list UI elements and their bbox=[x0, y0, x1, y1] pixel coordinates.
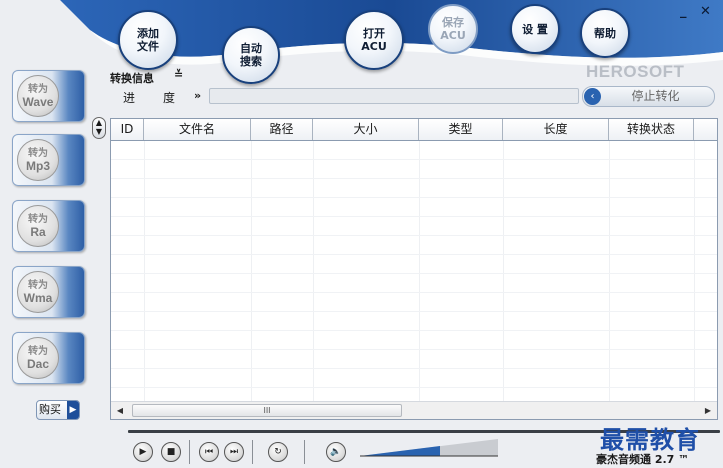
open-acu-button[interactable]: 打开 ACU bbox=[344, 10, 404, 70]
convert-dac-button[interactable]: 转为 Dac bbox=[12, 332, 85, 384]
convert-mp3-button[interactable]: 转为 Mp3 bbox=[12, 134, 85, 186]
conversion-info-title: 转换信息 bbox=[110, 72, 154, 85]
convert-format: Dac bbox=[26, 357, 49, 371]
column-header-path[interactable]: 路径 bbox=[251, 119, 313, 140]
grid-line bbox=[111, 292, 717, 293]
scroll-left-icon[interactable]: ◀ bbox=[113, 404, 127, 418]
open-acu-label-1: 打开 bbox=[363, 27, 385, 40]
scroll-thumb[interactable]: III bbox=[132, 404, 402, 417]
convert-ra-button[interactable]: 转为 Ra bbox=[12, 200, 85, 252]
buy-button[interactable]: 购买 ▶ bbox=[36, 400, 80, 420]
convert-format: Wma bbox=[23, 291, 53, 305]
divider bbox=[304, 440, 305, 464]
collapse-toggle-button[interactable]: ▲ ▼ bbox=[92, 117, 106, 139]
convert-mp3-disc: 转为 Mp3 bbox=[17, 139, 59, 181]
grid-line bbox=[609, 141, 610, 401]
convert-format: Mp3 bbox=[26, 159, 50, 173]
grid-line bbox=[111, 368, 717, 369]
divider bbox=[189, 440, 190, 464]
settings-label: 设 置 bbox=[522, 22, 548, 36]
buy-label: 购买 bbox=[39, 403, 61, 416]
volume-slider[interactable] bbox=[360, 439, 498, 457]
grid-line bbox=[111, 235, 717, 236]
grid-line bbox=[111, 311, 717, 312]
watermark-text: 最需教育 bbox=[600, 425, 700, 454]
grid-line bbox=[251, 141, 252, 401]
chevron-up-icon: ▲ bbox=[95, 118, 103, 127]
minimize-button[interactable]: _ bbox=[680, 4, 687, 19]
auto-search-button[interactable]: 自动 搜索 bbox=[222, 26, 280, 84]
progress-bar bbox=[209, 88, 579, 104]
grid-line bbox=[111, 330, 717, 331]
grid-line bbox=[111, 254, 717, 255]
chevron-left-icon: ‹ bbox=[584, 88, 601, 105]
product-title: 豪杰音频通 2.7 ™ bbox=[596, 453, 690, 466]
save-acu-label-2: ACU bbox=[440, 29, 466, 42]
stop-conversion-button[interactable]: ‹ 停止转化 bbox=[582, 86, 715, 107]
column-header-filename[interactable]: 文件名 bbox=[144, 119, 251, 140]
play-button[interactable]: ▶ bbox=[133, 442, 153, 462]
chevron-right-icon: ▶ bbox=[67, 401, 79, 419]
repeat-button[interactable]: ↻ bbox=[268, 442, 288, 462]
grid-line bbox=[111, 197, 717, 198]
save-acu-button[interactable]: 保存 ACU bbox=[428, 4, 478, 54]
previous-button[interactable]: ⏮ bbox=[199, 442, 219, 462]
divider bbox=[252, 440, 253, 464]
add-files-label-2: 文件 bbox=[137, 40, 159, 53]
convert-wave-button[interactable]: 转为 Wave bbox=[12, 70, 85, 122]
file-table[interactable]: ID 文件名 路径 大小 类型 长度 转换状态 ◀ III ▶ bbox=[110, 118, 718, 420]
column-header-size[interactable]: 大小 bbox=[313, 119, 419, 140]
column-header-id[interactable]: ID bbox=[111, 119, 144, 140]
open-acu-label-2: ACU bbox=[361, 40, 387, 53]
add-files-label-1: 添加 bbox=[137, 27, 159, 40]
progress-arrow-icon: » bbox=[194, 89, 202, 102]
table-header: ID 文件名 路径 大小 类型 长度 转换状态 bbox=[111, 119, 717, 141]
progress-label: 进度 bbox=[123, 91, 204, 105]
add-files-button[interactable]: 添加 文件 bbox=[118, 10, 178, 70]
grid-line bbox=[111, 216, 717, 217]
convert-dac-disc: 转为 Dac bbox=[17, 337, 59, 379]
auto-search-label-1: 自动 bbox=[240, 42, 262, 55]
convert-wave-disc: 转为 Wave bbox=[17, 75, 59, 117]
grid-line bbox=[111, 178, 717, 179]
convert-wma-disc: 转为 Wma bbox=[17, 271, 59, 313]
column-header-type[interactable]: 类型 bbox=[419, 119, 503, 140]
brand-logo: HEROSOFT bbox=[586, 62, 685, 81]
grid-line bbox=[111, 159, 717, 160]
chevron-down-icon: ▼ bbox=[95, 127, 103, 136]
stop-button[interactable]: ■ bbox=[161, 442, 181, 462]
app-window: _ ✕ 添加 文件 自动 搜索 打开 ACU 保存 ACU 设 置 帮助 HER… bbox=[0, 0, 723, 468]
grid-line bbox=[144, 141, 145, 401]
column-header-status[interactable]: 转换状态 bbox=[609, 119, 694, 140]
help-button[interactable]: 帮助 bbox=[580, 8, 630, 58]
help-label: 帮助 bbox=[594, 26, 616, 40]
expand-toggle-icon[interactable]: ≚ bbox=[174, 68, 183, 81]
scroll-right-icon[interactable]: ▶ bbox=[701, 404, 715, 418]
convert-format: Ra bbox=[30, 225, 46, 239]
grid-line bbox=[419, 141, 420, 401]
grid-line bbox=[111, 349, 717, 350]
column-header-length[interactable]: 长度 bbox=[503, 119, 609, 140]
stop-conversion-label: 停止转化 bbox=[631, 89, 680, 103]
close-button[interactable]: ✕ bbox=[700, 4, 711, 19]
settings-button[interactable]: 设 置 bbox=[510, 4, 560, 54]
convert-format: Wave bbox=[22, 95, 54, 109]
grid-line bbox=[503, 141, 504, 401]
grid-line bbox=[111, 273, 717, 274]
grid-line bbox=[313, 141, 314, 401]
save-acu-label-1: 保存 bbox=[442, 16, 464, 29]
auto-search-label-2: 搜索 bbox=[240, 55, 262, 68]
mute-button[interactable]: 🔈 bbox=[326, 442, 346, 462]
grid-line bbox=[694, 141, 695, 401]
convert-wma-button[interactable]: 转为 Wma bbox=[12, 266, 85, 318]
grid-line bbox=[111, 387, 717, 388]
next-button[interactable]: ⏭ bbox=[224, 442, 244, 462]
horizontal-scrollbar[interactable]: ◀ III ▶ bbox=[111, 401, 717, 419]
convert-ra-disc: 转为 Ra bbox=[17, 205, 59, 247]
